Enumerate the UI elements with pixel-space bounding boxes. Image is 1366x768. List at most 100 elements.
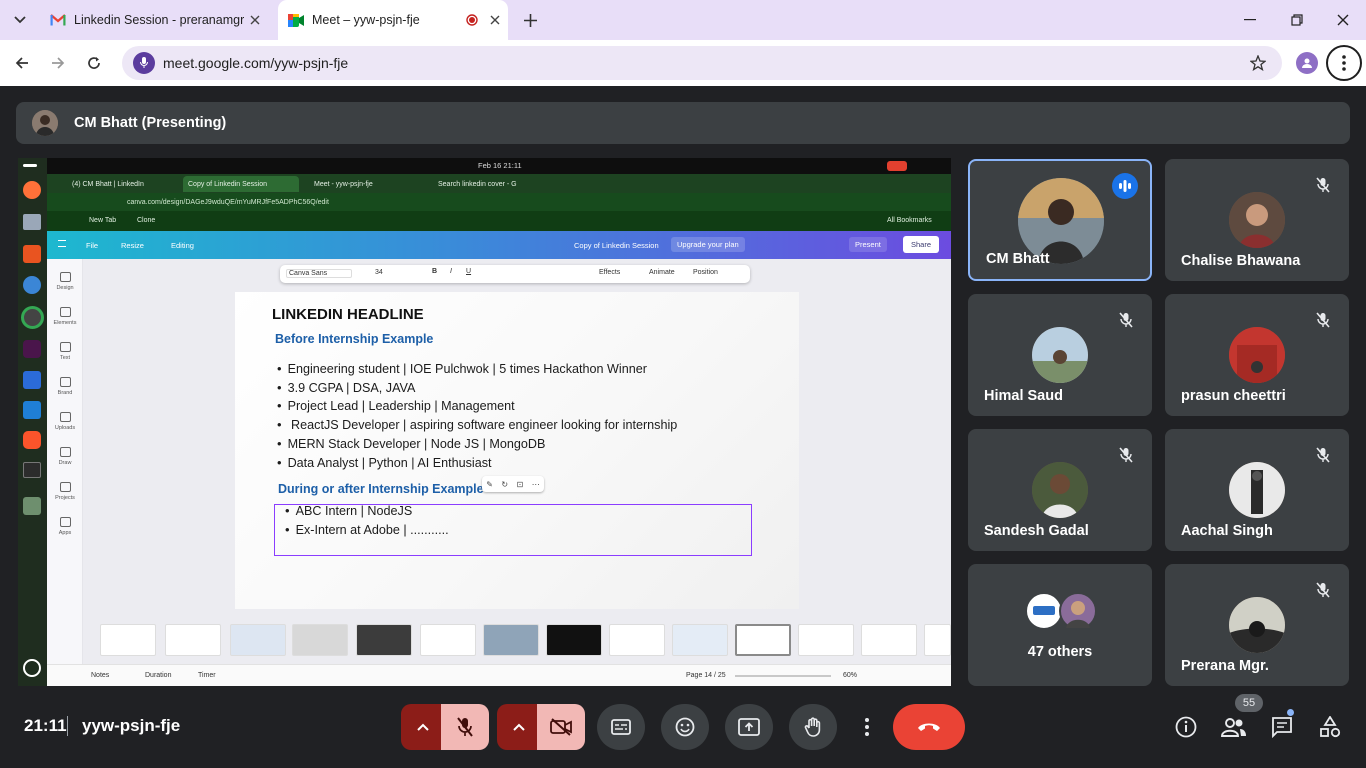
slide-thumbnail (609, 624, 665, 656)
slide-thumbnail (861, 624, 917, 656)
restore-icon[interactable] (1287, 10, 1307, 30)
inner-tab[interactable]: Search linkedin cover - G (433, 176, 543, 192)
tab-meet[interactable]: Meet – yyw-psjn-fje (278, 0, 508, 40)
microphone-toggle-button[interactable] (441, 704, 489, 750)
meeting-time: 21:11 (24, 716, 67, 735)
people-button[interactable] (1220, 715, 1248, 739)
tab-search-icon[interactable] (10, 10, 30, 30)
close-tab-icon[interactable] (250, 15, 260, 25)
chevron-up-icon (513, 723, 525, 731)
participant-name: Sandesh Gadal (984, 523, 1089, 539)
camera-off-icon (550, 718, 572, 736)
browser-tab-strip: Linkedin Session - preranamgr2 Meet – yy… (0, 0, 1366, 40)
zoom-slider (735, 675, 831, 677)
info-icon (1175, 716, 1197, 738)
new-tab-icon[interactable] (520, 10, 540, 30)
recording-icon (466, 14, 478, 26)
chat-button[interactable] (1270, 715, 1294, 739)
avatar (1059, 592, 1097, 630)
forward-icon[interactable] (48, 53, 68, 73)
browser-menu-icon[interactable] (1326, 45, 1362, 81)
slide-thumbnail (420, 624, 476, 656)
microphone-icon[interactable] (133, 52, 155, 74)
duration-button: Duration (145, 672, 172, 679)
others-tile[interactable]: 47 others (968, 564, 1152, 686)
profile-avatar-icon[interactable] (1296, 52, 1318, 74)
activities-button[interactable] (1318, 715, 1342, 739)
slide-canvas: LINKEDIN HEADLINE Before Internship Exam… (235, 292, 799, 609)
vscode-icon (23, 401, 41, 419)
hand-icon (804, 717, 822, 737)
bookmark-item: New Tab (89, 217, 117, 224)
meeting-details-button[interactable] (1174, 715, 1198, 739)
back-icon[interactable] (12, 53, 32, 73)
chrome-icon (21, 306, 44, 329)
emoji-icon (675, 717, 695, 737)
inner-system-bar: Feb 16 21:11 (47, 158, 951, 174)
slide-thumbnail (672, 624, 728, 656)
inner-address-bar: canva.com/design/DAGeJ9wduQE/mYuMRJfFe5A… (47, 193, 951, 211)
canva-side-draw: Draw (47, 447, 83, 466)
firefox-icon (23, 181, 41, 199)
participant-tile[interactable]: Aachal Singh (1165, 429, 1349, 551)
slide-thumbnail (356, 624, 412, 656)
slide-thumbnail (798, 624, 854, 656)
inner-tab[interactable]: Meet - yyw-psjn-fje (309, 176, 405, 192)
slide-thumbnail (230, 624, 286, 656)
font-size: 34 (375, 269, 383, 276)
canva-editing-menu: Editing (171, 241, 194, 250)
people-icon (1221, 717, 1247, 737)
participant-tile[interactable]: Sandesh Gadal (968, 429, 1152, 551)
presenter-label: CM Bhatt (Presenting) (74, 115, 227, 131)
timer-button: Timer (198, 672, 216, 679)
close-tab-icon[interactable] (490, 15, 500, 25)
audio-options-button[interactable] (401, 704, 445, 750)
minimize-icon[interactable] (1240, 10, 1260, 30)
leave-call-button[interactable] (893, 704, 965, 750)
app-grid-icon (23, 659, 41, 677)
raise-hand-button[interactable] (789, 704, 837, 750)
canva-sidebar: Design Elements Text Brand Uploads Draw … (47, 259, 83, 686)
canva-present-button: Present (849, 237, 887, 252)
captions-button[interactable] (597, 704, 645, 750)
bullet-item: ABC Intern | NodeJS (285, 502, 449, 521)
reload-icon[interactable] (84, 53, 104, 73)
bullet-item: ReactJS Developer | aspiring software en… (277, 416, 677, 435)
mic-off-icon (1311, 443, 1335, 467)
camera-toggle-button[interactable] (537, 704, 585, 750)
participant-tile[interactable]: Chalise Bhawana (1165, 159, 1349, 281)
participant-tile[interactable]: Prerana Mgr. (1165, 564, 1349, 686)
meeting-code: yyw-psjn-fje (82, 716, 181, 735)
present-screen-button[interactable] (725, 704, 773, 750)
tab-title: Linkedin Session - preranamgr2 (74, 13, 244, 27)
slide-thumbnail (292, 624, 348, 656)
canva-doc-title: Copy of Linkedin Session (574, 241, 659, 250)
bullet-item: Ex-Intern at Adobe | ........... (285, 521, 449, 540)
participant-tile[interactable]: prasun cheettri (1165, 294, 1349, 416)
canva-side-design: Design (47, 272, 83, 291)
inner-tab[interactable]: (4) CM Bhatt | LinkedIn (67, 176, 187, 192)
canva-side-brand: Brand (47, 377, 83, 396)
inner-clock: Feb 16 21:11 (478, 161, 522, 170)
slide-title: LINKEDIN HEADLINE (272, 306, 424, 323)
bookmark-star-icon[interactable] (1248, 53, 1268, 73)
software-icon (23, 245, 41, 263)
tab-gmail[interactable]: Linkedin Session - preranamgr2 (42, 0, 272, 40)
avatar (1229, 462, 1285, 518)
browser-toolbar: meet.google.com/yyw-psjn-fje (0, 40, 1366, 86)
mic-off-icon (1114, 443, 1138, 467)
participant-tile[interactable]: CM Bhatt (968, 159, 1152, 281)
more-options-button[interactable] (853, 704, 881, 750)
bullet-item: Engineering student | IOE Pulchwok | 5 t… (277, 360, 677, 379)
video-options-button[interactable] (497, 704, 541, 750)
inner-tab[interactable]: Copy of Linkedin Session (183, 176, 299, 192)
close-window-icon[interactable] (1333, 10, 1353, 30)
participant-tile[interactable]: Himal Saud (968, 294, 1152, 416)
participant-name: Himal Saud (984, 388, 1063, 404)
slide-thumbnails (83, 620, 951, 664)
slide-bullet-list: Engineering student | IOE Pulchwok | 5 t… (277, 360, 678, 472)
reactions-button[interactable] (661, 704, 709, 750)
divider (67, 716, 68, 736)
italic-icon: I (450, 268, 452, 275)
address-bar[interactable]: meet.google.com/yyw-psjn-fje (122, 46, 1282, 80)
